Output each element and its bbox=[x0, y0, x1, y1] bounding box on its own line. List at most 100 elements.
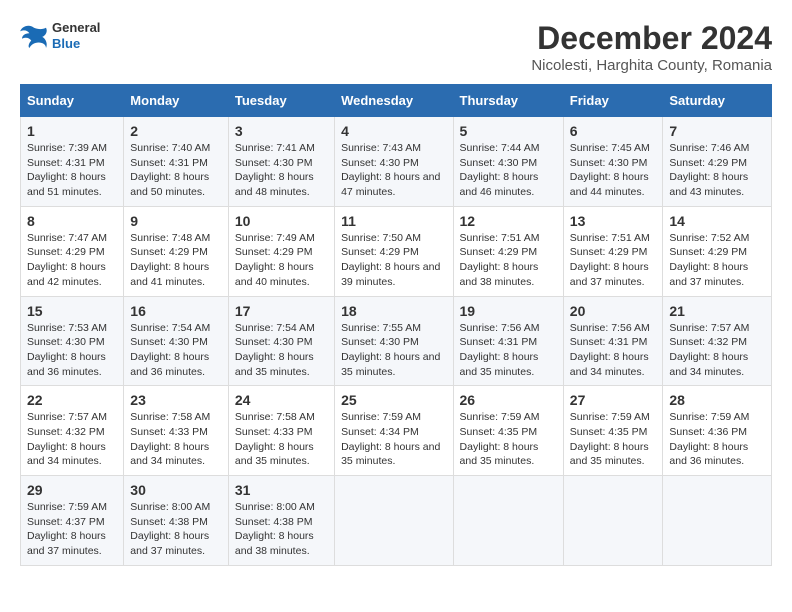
calendar-cell bbox=[335, 476, 453, 566]
cell-info: Sunrise: 7:47 AMSunset: 4:29 PMDaylight:… bbox=[27, 232, 107, 288]
col-tuesday: Tuesday bbox=[228, 85, 334, 117]
calendar-cell: 30 Sunrise: 8:00 AMSunset: 4:38 PMDaylig… bbox=[124, 476, 229, 566]
day-number: 15 bbox=[27, 303, 117, 319]
calendar-cell: 13 Sunrise: 7:51 AMSunset: 4:29 PMDaylig… bbox=[563, 206, 663, 296]
cell-info: Sunrise: 7:59 AMSunset: 4:35 PMDaylight:… bbox=[570, 411, 650, 467]
col-saturday: Saturday bbox=[663, 85, 772, 117]
cell-info: Sunrise: 7:50 AMSunset: 4:29 PMDaylight:… bbox=[341, 232, 440, 288]
calendar-cell: 6 Sunrise: 7:45 AMSunset: 4:30 PMDayligh… bbox=[563, 117, 663, 207]
cell-info: Sunrise: 7:53 AMSunset: 4:30 PMDaylight:… bbox=[27, 322, 107, 378]
header: General Blue December 2024 Nicolesti, Ha… bbox=[20, 20, 772, 74]
calendar-cell: 7 Sunrise: 7:46 AMSunset: 4:29 PMDayligh… bbox=[663, 117, 772, 207]
cell-info: Sunrise: 7:52 AMSunset: 4:29 PMDaylight:… bbox=[669, 232, 749, 288]
week-row-3: 15 Sunrise: 7:53 AMSunset: 4:30 PMDaylig… bbox=[21, 296, 772, 386]
cell-info: Sunrise: 7:59 AMSunset: 4:34 PMDaylight:… bbox=[341, 411, 440, 467]
cell-info: Sunrise: 7:57 AMSunset: 4:32 PMDaylight:… bbox=[669, 322, 749, 378]
calendar-cell: 14 Sunrise: 7:52 AMSunset: 4:29 PMDaylig… bbox=[663, 206, 772, 296]
cell-info: Sunrise: 7:58 AMSunset: 4:33 PMDaylight:… bbox=[235, 411, 315, 467]
day-number: 13 bbox=[570, 213, 657, 229]
cell-info: Sunrise: 7:57 AMSunset: 4:32 PMDaylight:… bbox=[27, 411, 107, 467]
header-row: Sunday Monday Tuesday Wednesday Thursday… bbox=[21, 85, 772, 117]
calendar-cell bbox=[453, 476, 563, 566]
week-row-4: 22 Sunrise: 7:57 AMSunset: 4:32 PMDaylig… bbox=[21, 386, 772, 476]
calendar-cell: 24 Sunrise: 7:58 AMSunset: 4:33 PMDaylig… bbox=[228, 386, 334, 476]
cell-info: Sunrise: 7:51 AMSunset: 4:29 PMDaylight:… bbox=[460, 232, 540, 288]
calendar-cell bbox=[663, 476, 772, 566]
cell-info: Sunrise: 7:56 AMSunset: 4:31 PMDaylight:… bbox=[570, 322, 650, 378]
day-number: 31 bbox=[235, 482, 328, 498]
calendar-cell: 15 Sunrise: 7:53 AMSunset: 4:30 PMDaylig… bbox=[21, 296, 124, 386]
day-number: 18 bbox=[341, 303, 446, 319]
calendar-cell: 31 Sunrise: 8:00 AMSunset: 4:38 PMDaylig… bbox=[228, 476, 334, 566]
day-number: 12 bbox=[460, 213, 557, 229]
logo-icon bbox=[20, 24, 48, 48]
day-number: 23 bbox=[130, 392, 222, 408]
calendar-cell: 4 Sunrise: 7:43 AMSunset: 4:30 PMDayligh… bbox=[335, 117, 453, 207]
calendar-subtitle: Nicolesti, Harghita County, Romania bbox=[531, 57, 772, 74]
week-row-2: 8 Sunrise: 7:47 AMSunset: 4:29 PMDayligh… bbox=[21, 206, 772, 296]
calendar-cell: 9 Sunrise: 7:48 AMSunset: 4:29 PMDayligh… bbox=[124, 206, 229, 296]
cell-info: Sunrise: 7:46 AMSunset: 4:29 PMDaylight:… bbox=[669, 142, 749, 198]
col-sunday: Sunday bbox=[21, 85, 124, 117]
cell-info: Sunrise: 7:54 AMSunset: 4:30 PMDaylight:… bbox=[130, 322, 210, 378]
col-friday: Friday bbox=[563, 85, 663, 117]
col-wednesday: Wednesday bbox=[335, 85, 453, 117]
day-number: 3 bbox=[235, 123, 328, 139]
day-number: 11 bbox=[341, 213, 446, 229]
day-number: 30 bbox=[130, 482, 222, 498]
cell-info: Sunrise: 7:59 AMSunset: 4:36 PMDaylight:… bbox=[669, 411, 749, 467]
calendar-cell: 3 Sunrise: 7:41 AMSunset: 4:30 PMDayligh… bbox=[228, 117, 334, 207]
col-monday: Monday bbox=[124, 85, 229, 117]
day-number: 26 bbox=[460, 392, 557, 408]
cell-info: Sunrise: 8:00 AMSunset: 4:38 PMDaylight:… bbox=[130, 501, 210, 557]
day-number: 4 bbox=[341, 123, 446, 139]
calendar-cell: 1 Sunrise: 7:39 AMSunset: 4:31 PMDayligh… bbox=[21, 117, 124, 207]
calendar-cell: 18 Sunrise: 7:55 AMSunset: 4:30 PMDaylig… bbox=[335, 296, 453, 386]
calendar-cell: 25 Sunrise: 7:59 AMSunset: 4:34 PMDaylig… bbox=[335, 386, 453, 476]
calendar-cell: 26 Sunrise: 7:59 AMSunset: 4:35 PMDaylig… bbox=[453, 386, 563, 476]
day-number: 14 bbox=[669, 213, 765, 229]
calendar-cell: 10 Sunrise: 7:49 AMSunset: 4:29 PMDaylig… bbox=[228, 206, 334, 296]
day-number: 28 bbox=[669, 392, 765, 408]
logo-text: General Blue bbox=[52, 20, 100, 51]
day-number: 22 bbox=[27, 392, 117, 408]
day-number: 8 bbox=[27, 213, 117, 229]
week-row-5: 29 Sunrise: 7:59 AMSunset: 4:37 PMDaylig… bbox=[21, 476, 772, 566]
cell-info: Sunrise: 7:58 AMSunset: 4:33 PMDaylight:… bbox=[130, 411, 210, 467]
calendar-cell: 27 Sunrise: 7:59 AMSunset: 4:35 PMDaylig… bbox=[563, 386, 663, 476]
calendar-header: Sunday Monday Tuesday Wednesday Thursday… bbox=[21, 85, 772, 117]
col-thursday: Thursday bbox=[453, 85, 563, 117]
cell-info: Sunrise: 7:40 AMSunset: 4:31 PMDaylight:… bbox=[130, 142, 210, 198]
calendar-cell: 20 Sunrise: 7:56 AMSunset: 4:31 PMDaylig… bbox=[563, 296, 663, 386]
day-number: 19 bbox=[460, 303, 557, 319]
day-number: 1 bbox=[27, 123, 117, 139]
day-number: 24 bbox=[235, 392, 328, 408]
calendar-cell: 29 Sunrise: 7:59 AMSunset: 4:37 PMDaylig… bbox=[21, 476, 124, 566]
day-number: 2 bbox=[130, 123, 222, 139]
calendar-cell: 21 Sunrise: 7:57 AMSunset: 4:32 PMDaylig… bbox=[663, 296, 772, 386]
day-number: 7 bbox=[669, 123, 765, 139]
calendar-cell: 19 Sunrise: 7:56 AMSunset: 4:31 PMDaylig… bbox=[453, 296, 563, 386]
calendar-title: December 2024 bbox=[531, 20, 772, 57]
day-number: 5 bbox=[460, 123, 557, 139]
cell-info: Sunrise: 7:59 AMSunset: 4:35 PMDaylight:… bbox=[460, 411, 540, 467]
calendar-cell: 2 Sunrise: 7:40 AMSunset: 4:31 PMDayligh… bbox=[124, 117, 229, 207]
cell-info: Sunrise: 7:41 AMSunset: 4:30 PMDaylight:… bbox=[235, 142, 315, 198]
day-number: 9 bbox=[130, 213, 222, 229]
cell-info: Sunrise: 7:48 AMSunset: 4:29 PMDaylight:… bbox=[130, 232, 210, 288]
title-section: December 2024 Nicolesti, Harghita County… bbox=[531, 20, 772, 74]
calendar-cell bbox=[563, 476, 663, 566]
day-number: 17 bbox=[235, 303, 328, 319]
cell-info: Sunrise: 7:55 AMSunset: 4:30 PMDaylight:… bbox=[341, 322, 440, 378]
cell-info: Sunrise: 8:00 AMSunset: 4:38 PMDaylight:… bbox=[235, 501, 315, 557]
calendar-cell: 8 Sunrise: 7:47 AMSunset: 4:29 PMDayligh… bbox=[21, 206, 124, 296]
calendar-table: Sunday Monday Tuesday Wednesday Thursday… bbox=[20, 84, 772, 566]
logo: General Blue bbox=[20, 20, 100, 51]
cell-info: Sunrise: 7:49 AMSunset: 4:29 PMDaylight:… bbox=[235, 232, 315, 288]
calendar-cell: 5 Sunrise: 7:44 AMSunset: 4:30 PMDayligh… bbox=[453, 117, 563, 207]
day-number: 10 bbox=[235, 213, 328, 229]
cell-info: Sunrise: 7:44 AMSunset: 4:30 PMDaylight:… bbox=[460, 142, 540, 198]
cell-info: Sunrise: 7:56 AMSunset: 4:31 PMDaylight:… bbox=[460, 322, 540, 378]
day-number: 20 bbox=[570, 303, 657, 319]
cell-info: Sunrise: 7:59 AMSunset: 4:37 PMDaylight:… bbox=[27, 501, 107, 557]
